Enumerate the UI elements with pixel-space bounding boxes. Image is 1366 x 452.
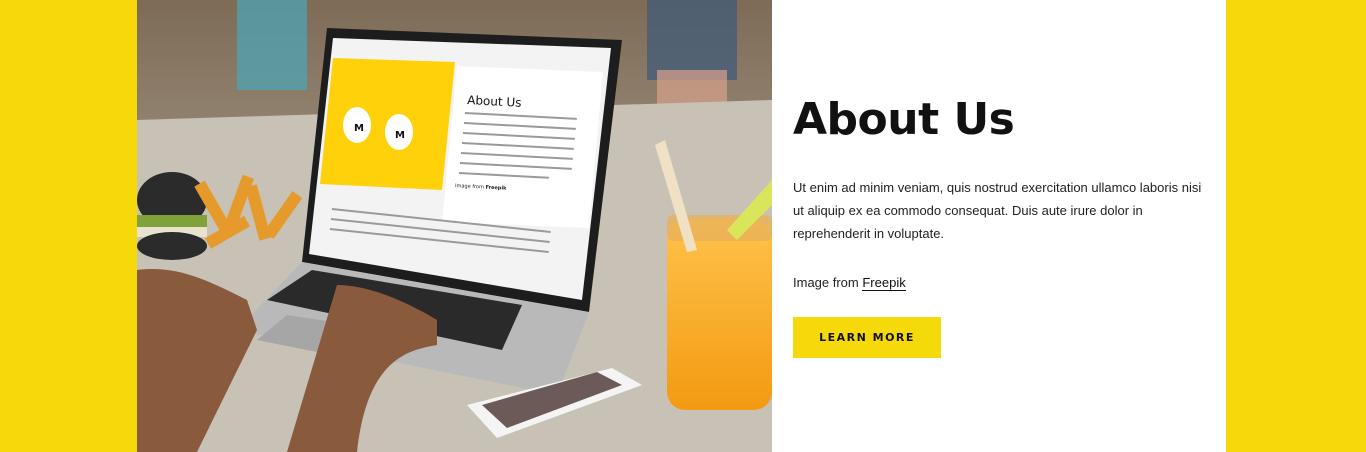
screen-credit-link: Freepik	[485, 185, 507, 192]
about-panel: About Us Ut enim ad minim veniam, quis n…	[772, 0, 1226, 452]
left-accent-bar	[0, 0, 137, 452]
image-credit: Image from Freepik	[793, 275, 906, 291]
screen-title: About Us	[467, 93, 522, 110]
hero-photo: M M About Us Image from Freepik	[137, 0, 772, 452]
learn-more-button[interactable]: LEARN MORE	[793, 317, 941, 358]
page-title: About Us	[793, 94, 1015, 145]
freepik-link[interactable]: Freepik	[862, 275, 906, 291]
svg-text:M: M	[354, 123, 364, 134]
svg-text:M: M	[395, 130, 405, 141]
laptop-scene-illustration: M M About Us Image from Freepik	[137, 0, 772, 452]
about-description: Ut enim ad minim veniam, quis nostrud ex…	[793, 180, 1202, 241]
right-accent-bar	[1226, 0, 1366, 452]
image-credit-prefix: Image from	[793, 275, 863, 290]
